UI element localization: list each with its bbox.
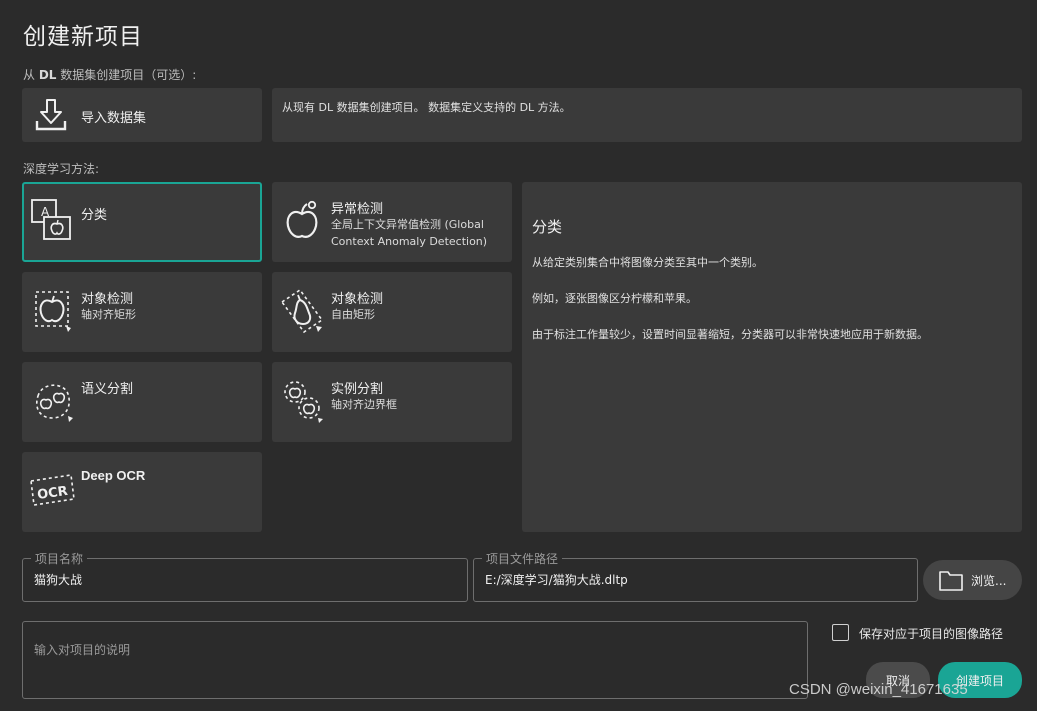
- method-title-instance-segmentation: 实例分割: [331, 382, 384, 397]
- ocr-icon: OCR: [28, 466, 76, 514]
- watermark: CSDN @weixin_41671635: [789, 681, 968, 698]
- object-detection-axis-aligned-icon: [28, 286, 76, 334]
- method-subtitle-object-detection-oriented: 自由矩形: [331, 308, 375, 321]
- semantic-segmentation-icon: [28, 376, 76, 424]
- import-dataset-label: 导入数据集: [81, 111, 147, 126]
- method-description-paragraph: 例如，逐张图像区分柠檬和苹果。: [532, 292, 697, 305]
- project-description-placeholder: 输入对项目的说明: [34, 643, 131, 657]
- project-name-value: 猫狗大战: [34, 573, 83, 587]
- method-description-paragraph: 由于标注工作量较少，设置时间显著缩短，分类器可以非常快速地应用于新数据。: [532, 328, 928, 341]
- method-tile-deep-ocr[interactable]: OCR Deep OCR: [22, 452, 262, 532]
- dataset-label-prefix: 从: [23, 68, 39, 82]
- project-path-legend: 项目文件路径: [482, 550, 563, 567]
- method-description-title: 分类: [532, 218, 563, 236]
- method-tile-object-detection-oriented[interactable]: 对象检测 自由矩形: [272, 272, 512, 352]
- method-tile-object-detection-axis-aligned[interactable]: 对象检测 轴对齐矩形: [22, 272, 262, 352]
- method-subtitle-anomaly-detection: 全局上下文异常值检测 (Global Context Anomaly Detec…: [331, 218, 488, 248]
- method-subtitle-object-detection-axis-aligned: 轴对齐矩形: [81, 308, 136, 321]
- project-description-input[interactable]: 输入对项目的说明: [22, 621, 808, 699]
- dataset-label-bold: DL: [38, 68, 57, 82]
- method-tile-classification[interactable]: A 分类: [22, 182, 262, 262]
- project-path-value: E:/深度学习/猫狗大战.dltp: [485, 573, 628, 587]
- method-description-panel: 分类 从给定类别集合中将图像分类至其中一个类别。 例如，逐张图像区分柠檬和苹果。…: [522, 182, 1022, 532]
- project-name-legend: 项目名称: [31, 550, 88, 567]
- save-image-paths-label: 保存对应于项目的图像路径: [859, 627, 1004, 641]
- method-subtitle-instance-segmentation: 轴对齐边界框: [331, 398, 397, 411]
- project-path-field[interactable]: 项目文件路径 E:/深度学习/猫狗大战.dltp: [473, 550, 918, 602]
- import-dataset-button[interactable]: 导入数据集: [22, 88, 262, 142]
- browse-button-label: 浏览...: [971, 574, 1007, 588]
- folder-icon: [939, 569, 963, 591]
- project-name-field[interactable]: 项目名称 猫狗大战: [22, 550, 468, 602]
- dataset-description-text: 从现有 DL 数据集创建项目。 数据集定义支持的 DL 方法。: [282, 101, 571, 114]
- instance-segmentation-icon: [278, 376, 326, 424]
- method-title-deep-ocr: Deep OCR: [81, 468, 146, 483]
- method-description-paragraph: 从给定类别集合中将图像分类至其中一个类别。: [532, 256, 763, 269]
- method-title-classification: 分类: [81, 208, 108, 223]
- method-tile-instance-segmentation[interactable]: 实例分割 轴对齐边界框: [272, 362, 512, 442]
- methods-section-label: 深度学习方法:: [23, 162, 100, 176]
- method-tile-anomaly-detection[interactable]: 异常检测 全局上下文异常值检测 (Global Context Anomaly …: [272, 182, 512, 262]
- method-title-object-detection-oriented: 对象检测: [331, 292, 384, 307]
- method-title-anomaly-detection: 异常检测: [331, 202, 384, 217]
- dataset-description-panel: 从现有 DL 数据集创建项目。 数据集定义支持的 DL 方法。: [272, 88, 1022, 142]
- method-title-semantic-segmentation: 语义分割: [81, 382, 134, 397]
- dataset-section-label: 从 DL 数据集创建项目（可选）:: [23, 66, 196, 83]
- object-detection-oriented-icon: [278, 286, 326, 334]
- dialog-title: 创建新项目: [23, 24, 143, 50]
- anomaly-detection-icon: [278, 196, 326, 244]
- browse-button[interactable]: 浏览...: [923, 560, 1022, 600]
- method-title-object-detection-axis-aligned: 对象检测: [81, 292, 134, 307]
- save-image-paths-checkbox[interactable]: [832, 624, 849, 641]
- method-tile-semantic-segmentation[interactable]: 语义分割: [22, 362, 262, 442]
- dataset-label-suffix: 数据集创建项目（可选）:: [56, 68, 197, 82]
- save-image-paths-option[interactable]: 保存对应于项目的图像路径: [832, 623, 1022, 643]
- classification-icon: A: [28, 196, 76, 244]
- download-icon: [34, 97, 68, 133]
